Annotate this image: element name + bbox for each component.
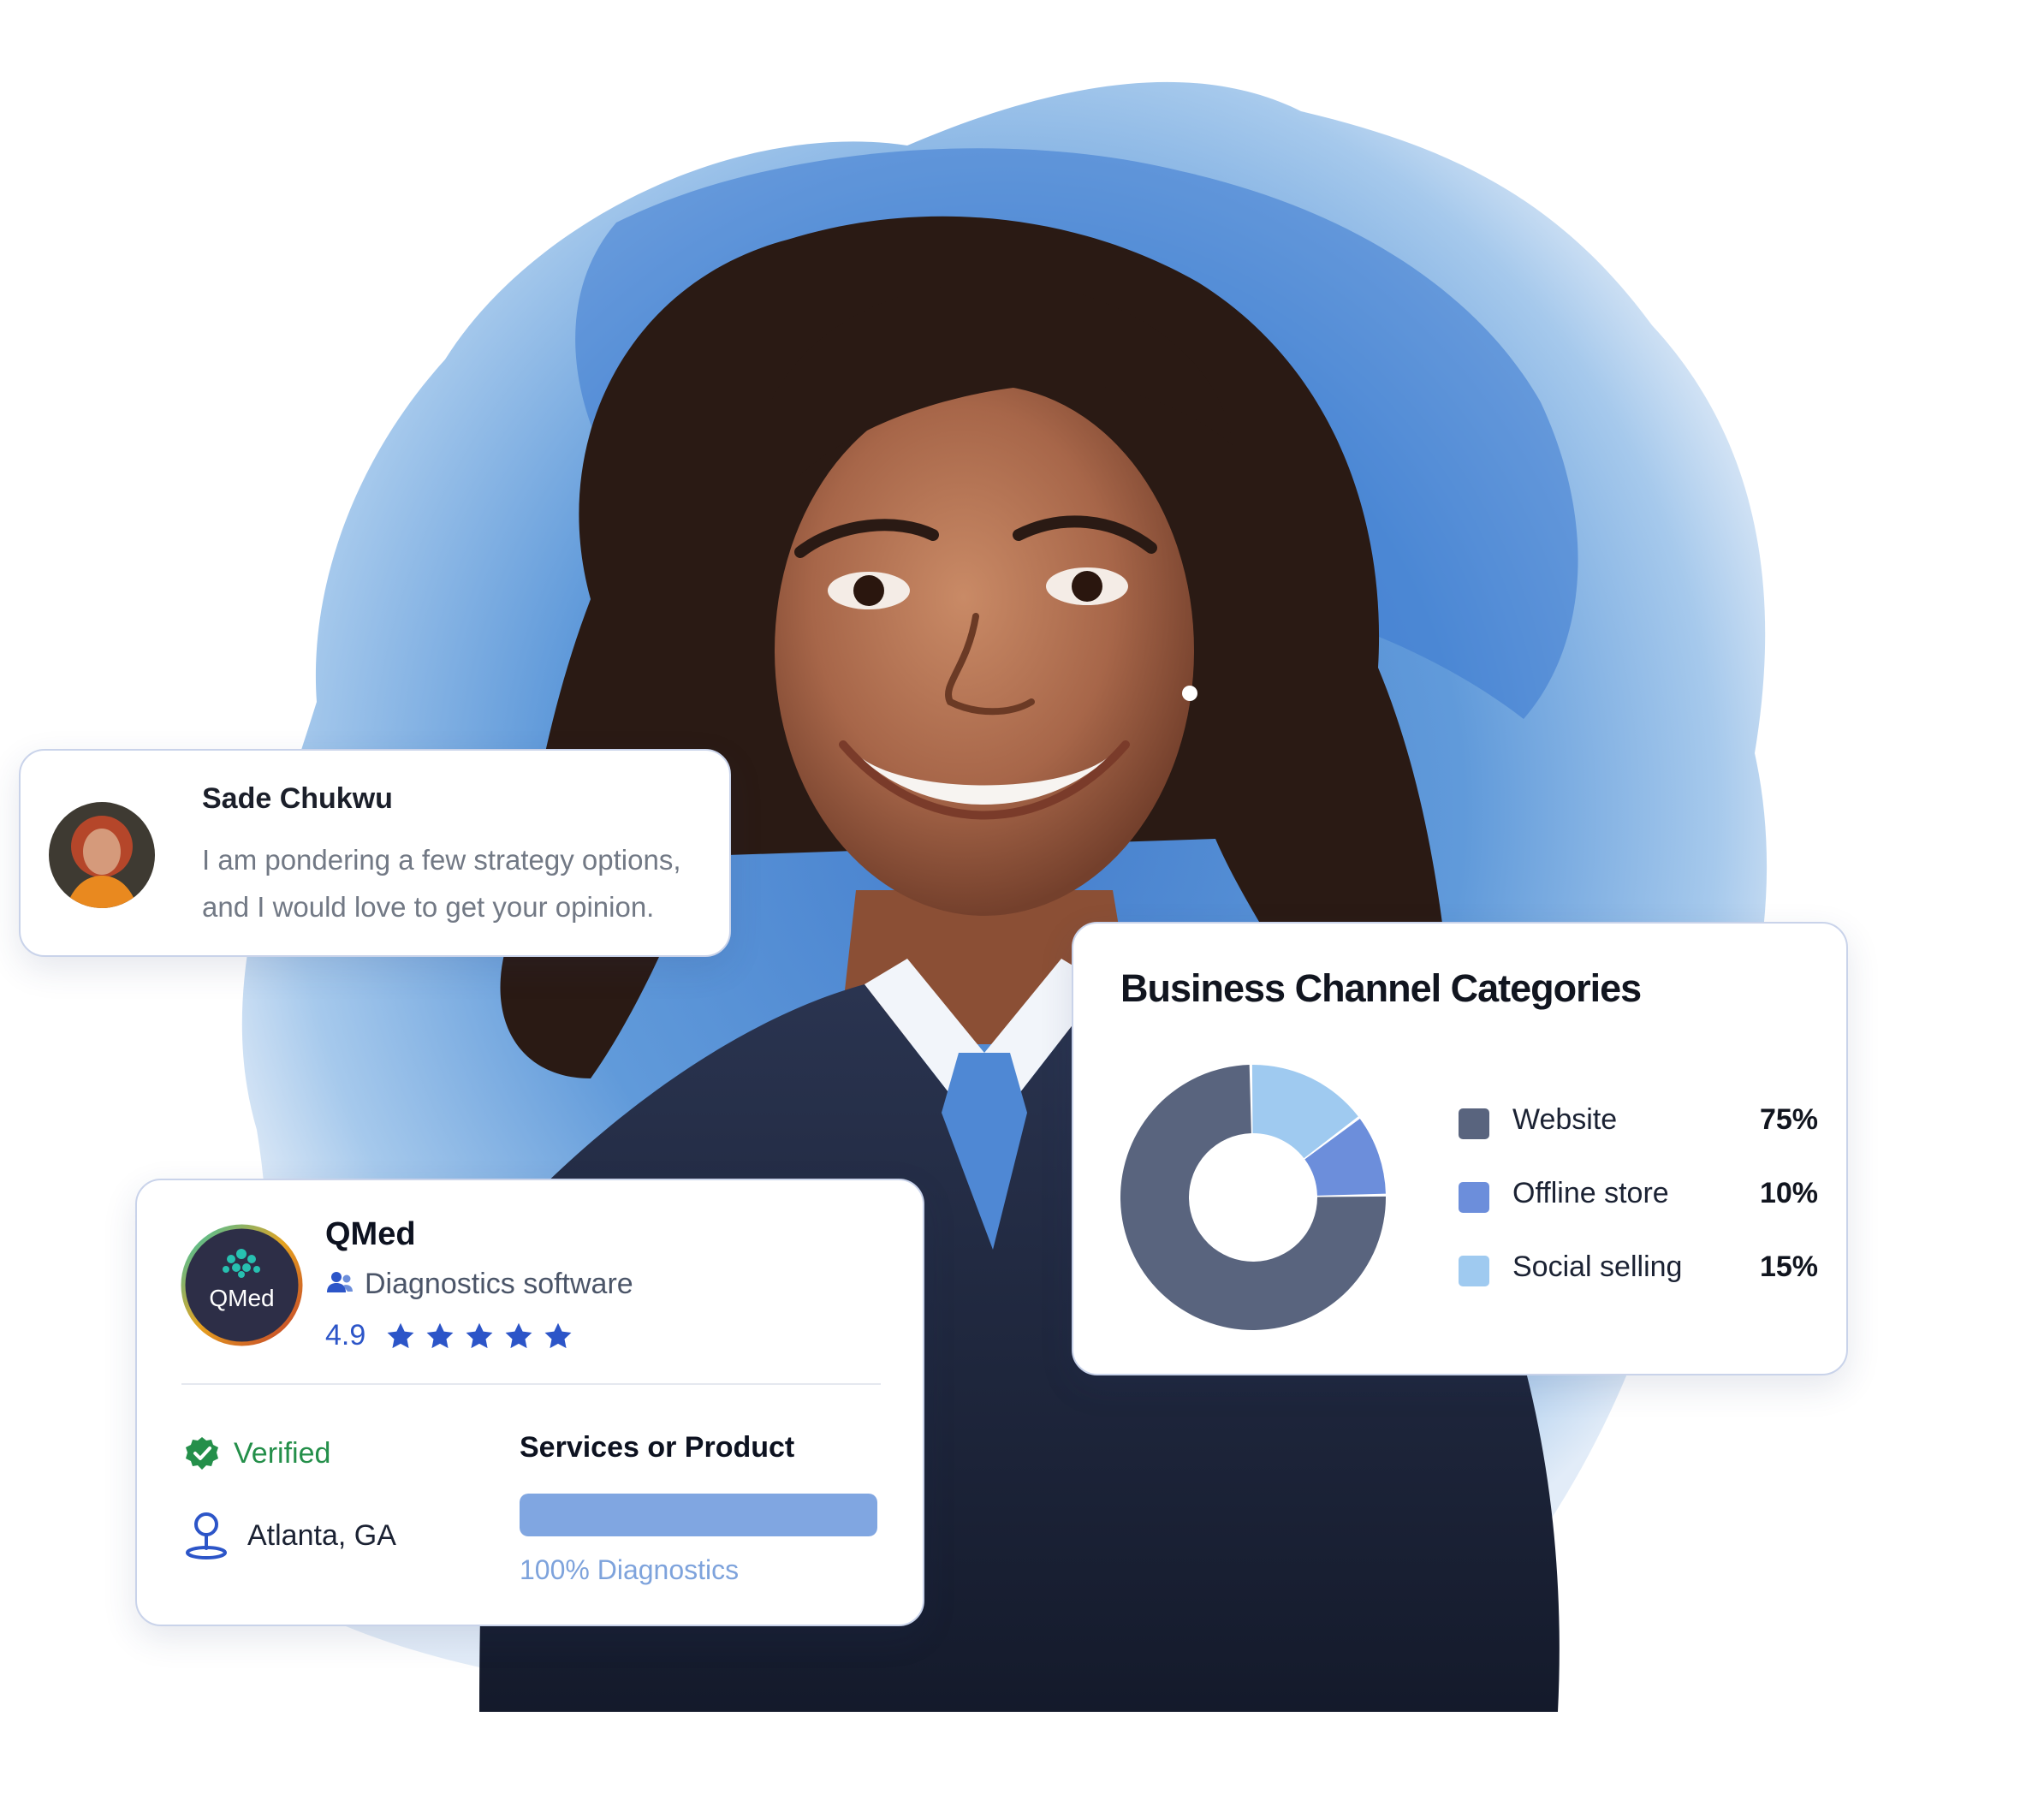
rating-value: 4.9 xyxy=(325,1319,366,1351)
logo-wordmark: QMed xyxy=(209,1285,274,1311)
legend-swatch xyxy=(1459,1256,1489,1286)
people-icon xyxy=(327,1272,353,1292)
rating: 4.9 xyxy=(325,1319,582,1352)
sender-name: Sade Chukwu xyxy=(202,782,393,815)
legend-label: Offline store xyxy=(1512,1177,1669,1209)
legend-swatch xyxy=(1459,1182,1489,1213)
legend-value: 75% xyxy=(1759,1103,1818,1136)
star-rating xyxy=(385,1321,582,1351)
star-icon xyxy=(505,1322,532,1348)
legend-value: 10% xyxy=(1759,1177,1818,1209)
location-pin-icon xyxy=(186,1512,227,1559)
chart-title: Business Channel Categories xyxy=(1120,966,1642,1010)
legend-label: Social selling xyxy=(1512,1250,1683,1283)
legend-item-social-selling: Social selling 15% xyxy=(1459,1242,1818,1316)
legend-item-website: Website 75% xyxy=(1459,1095,1818,1168)
divider xyxy=(181,1383,881,1385)
message-line-2: and I would love to get your opinion. xyxy=(202,891,655,923)
star-icon xyxy=(387,1322,414,1348)
message-text: I am pondering a few strategy options, a… xyxy=(202,836,707,930)
services-progress-fill xyxy=(520,1494,877,1536)
verified-badge-icon xyxy=(186,1437,218,1470)
legend-value: 15% xyxy=(1759,1250,1818,1283)
services-title: Services or Product xyxy=(520,1431,795,1464)
company-card[interactable]: QMed QMed Diagnostics software 4.9 Verif… xyxy=(135,1179,924,1626)
legend-item-offline-store: Offline store 10% xyxy=(1459,1168,1818,1242)
message-card[interactable]: Sade Chukwu I am pondering a few strateg… xyxy=(19,749,731,957)
verified-label: Verified xyxy=(234,1436,331,1470)
star-icon xyxy=(466,1322,493,1348)
company-category: Diagnostics software xyxy=(325,1268,633,1301)
avatar-portrait-icon xyxy=(49,802,155,908)
chart-legend: Website 75% Offline store 10% Social sel… xyxy=(1459,1095,1818,1316)
avatar xyxy=(49,802,155,908)
services-caption: 100% Diagnostics xyxy=(520,1554,740,1585)
company-name: QMed xyxy=(325,1216,416,1252)
category-label: Diagnostics software xyxy=(365,1268,633,1300)
services-progress-bar xyxy=(520,1494,877,1536)
donut-chart xyxy=(1120,1065,1386,1330)
message-line-1: I am pondering a few strategy options, xyxy=(202,844,681,876)
location-label: Atlanta, GA xyxy=(247,1518,396,1552)
star-icon xyxy=(544,1322,572,1348)
stage: Sade Chukwu I am pondering a few strateg… xyxy=(0,0,2044,1800)
legend-label: Website xyxy=(1512,1103,1618,1136)
verified-status: Verified xyxy=(184,1435,330,1471)
location: Atlanta, GA xyxy=(184,1510,396,1561)
chart-card: Business Channel Categories Website 75% … xyxy=(1072,922,1848,1375)
company-logo: QMed xyxy=(181,1224,303,1346)
star-icon xyxy=(426,1322,454,1348)
legend-swatch xyxy=(1459,1108,1489,1139)
